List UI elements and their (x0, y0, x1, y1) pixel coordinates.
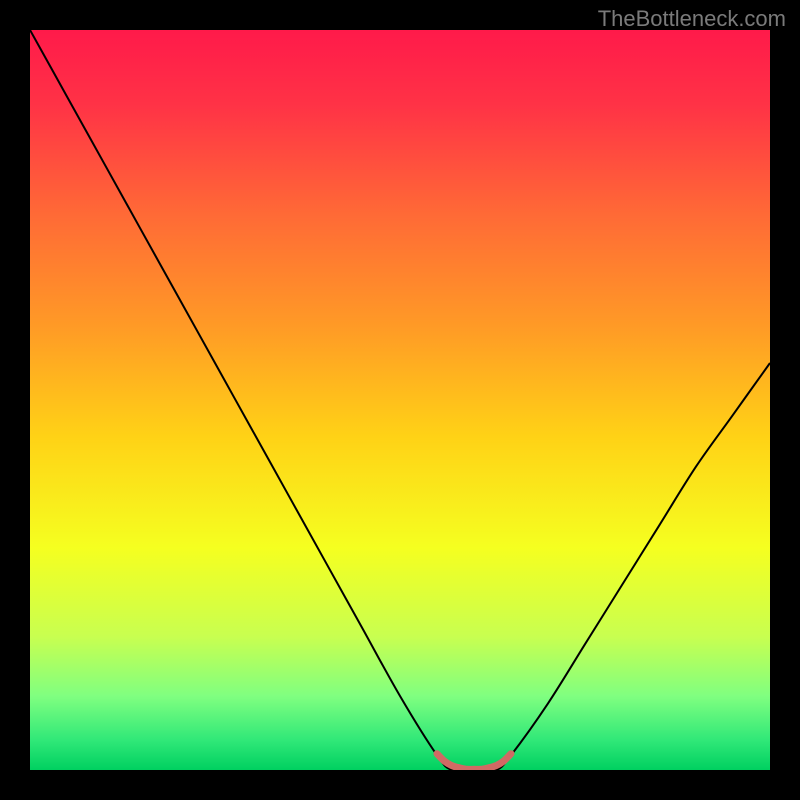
bottleneck-chart (30, 30, 770, 770)
chart-canvas (30, 30, 770, 770)
gradient-background (30, 30, 770, 770)
watermark-text: TheBottleneck.com (598, 6, 786, 32)
